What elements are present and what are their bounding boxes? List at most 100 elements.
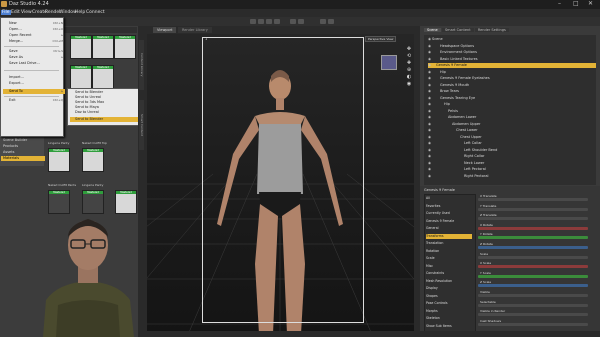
library-tile[interactable]: Mastered: [48, 148, 70, 172]
scene-tree-row[interactable]: ◉ Hip: [428, 102, 596, 107]
parameter-slider[interactable]: [478, 236, 588, 240]
menu-item-exit[interactable]: Exit Ctrl+Q: [3, 98, 65, 103]
visibility-eye-icon[interactable]: ◉: [428, 44, 432, 49]
parameter-category-item[interactable]: Translation: [426, 241, 472, 246]
parameter-slider-row[interactable]: Z Rotate: [478, 242, 596, 251]
visibility-eye-icon[interactable]: ◉: [428, 50, 432, 55]
parameter-slider-row[interactable]: Z Scale: [478, 280, 596, 289]
maximize-button[interactable]: □: [573, 0, 579, 7]
scene-tree-row[interactable]: ◉ Hip: [428, 70, 596, 75]
menu-connect[interactable]: Connect: [86, 10, 105, 15]
tab-render-library[interactable]: Render Library: [178, 27, 212, 33]
visibility-eye-icon[interactable]: ◉: [428, 57, 432, 62]
menu-item-save[interactable]: Save Ctrl+S: [3, 49, 65, 54]
parameter-slider[interactable]: [478, 217, 588, 221]
visibility-eye-icon[interactable]: ◉: [428, 128, 432, 133]
visibility-eye-icon[interactable]: ◉: [428, 109, 432, 114]
visibility-eye-icon[interactable]: ◉: [428, 141, 432, 146]
menu-item-export[interactable]: Export...: [3, 81, 65, 86]
scene-tree-row[interactable]: ◉ Neck Lower: [428, 161, 596, 166]
parameter-category-item[interactable]: Currently Used: [426, 211, 472, 216]
scene-tree-row[interactable]: ◉ Left Shoulder Bend: [428, 148, 596, 153]
parameter-slider[interactable]: [478, 303, 588, 307]
scene-tree-row[interactable]: ◉ Chest Upper: [428, 135, 596, 140]
parameter-slider-row[interactable]: X Scale: [478, 261, 596, 270]
parameter-slider[interactable]: [478, 322, 588, 326]
menu-view[interactable]: View: [21, 10, 32, 15]
zoom-icon[interactable]: ⊕: [406, 67, 412, 73]
parameter-category-item[interactable]: Scale: [426, 256, 472, 261]
scene-tree-row[interactable]: ◉ Left Collar: [428, 141, 596, 146]
menu-item-save-last-drive[interactable]: Save Last Drive...: [3, 61, 65, 66]
menu-item-import[interactable]: Import...: [3, 75, 65, 80]
parameter-category-item[interactable]: Transforms: [426, 233, 472, 239]
scene-tree-row[interactable]: ◉ Brow Tears: [428, 89, 596, 94]
library-tile[interactable]: Mastered: [70, 35, 92, 59]
parameter-category-item[interactable]: Mesh Resolution: [426, 279, 472, 284]
visibility-eye-icon[interactable]: ◉: [428, 89, 432, 94]
side-tab[interactable]: Content Library: [139, 40, 144, 90]
sidebar-item-materials[interactable]: Materials: [1, 156, 45, 161]
parameter-category-item[interactable]: Morphs: [426, 309, 472, 314]
parameter-slider-row[interactable]: X Rotate: [478, 223, 596, 232]
scene-tree-row[interactable]: ◉ Basic Linked Textures: [428, 57, 596, 62]
frame-icon[interactable]: ◐: [406, 74, 412, 80]
parameter-slider-row[interactable]: Z Translate: [478, 213, 596, 222]
parameter-slider-row[interactable]: Cast Shadows: [478, 319, 596, 328]
library-tile[interactable]: Mastered: [92, 65, 114, 89]
tool-spot-render-icon[interactable]: [298, 19, 304, 24]
parameter-category-item[interactable]: Pose Controls: [426, 301, 472, 306]
pan-icon[interactable]: ✥: [406, 46, 412, 52]
visibility-eye-icon[interactable]: ◉: [428, 148, 432, 153]
tool-scale-icon[interactable]: [274, 19, 280, 24]
parameter-category-item[interactable]: General: [426, 226, 472, 231]
parameter-slider[interactable]: [478, 313, 588, 317]
parameter-slider[interactable]: [478, 226, 588, 230]
parameter-category-item[interactable]: Shapes: [426, 294, 472, 299]
visibility-eye-icon[interactable]: ◉: [428, 102, 432, 107]
library-tile[interactable]: Mastered: [92, 35, 114, 59]
menu-item-save-as[interactable]: Save As ▸: [3, 55, 65, 60]
parameter-slider-row[interactable]: X Translate: [478, 194, 596, 203]
sidebar-item-assets[interactable]: Assets: [1, 150, 45, 155]
tab-scene[interactable]: Scene: [424, 28, 441, 32]
tab-render-settings[interactable]: Render Settings: [474, 28, 509, 32]
visibility-eye-icon[interactable]: ◉: [428, 174, 432, 179]
visibility-eye-icon[interactable]: ◉: [428, 76, 432, 81]
visibility-eye-icon[interactable]: ◉: [428, 161, 432, 166]
menu-item-merge[interactable]: Merge... Ctrl+M: [3, 39, 65, 44]
tab-viewport[interactable]: Viewport: [153, 27, 177, 33]
view-cube[interactable]: [381, 55, 397, 70]
parameter-category-item[interactable]: Constraints: [426, 271, 472, 276]
parameter-slider-row[interactable]: Y Translate: [478, 204, 596, 213]
visibility-eye-icon[interactable]: ◉: [428, 154, 432, 159]
parameter-category-item[interactable]: Display: [426, 286, 472, 291]
close-button[interactable]: ✕: [588, 0, 593, 7]
menu-item-open[interactable]: Open... Ctrl+O: [3, 27, 65, 32]
dolly-icon[interactable]: ✚: [406, 60, 412, 66]
tool-select-icon[interactable]: [250, 19, 256, 24]
scene-tree-row[interactable]: ◉ Right Collar: [428, 154, 596, 159]
menu-help[interactable]: Help: [75, 10, 85, 15]
parameter-slider[interactable]: [478, 265, 588, 269]
library-tile[interactable]: Mastered: [70, 65, 92, 89]
scene-tree-row[interactable]: ◉ Chest Lower: [428, 128, 596, 133]
library-tile[interactable]: Mastered: [114, 35, 136, 59]
menu-file[interactable]: File: [1, 10, 11, 15]
sidebar-item-products[interactable]: Products: [1, 144, 45, 149]
scene-tree-row[interactable]: ◉ Environment Options: [428, 50, 596, 55]
parameter-slider[interactable]: [478, 274, 588, 278]
parameter-category-item[interactable]: Show Sub Items: [426, 324, 472, 329]
parameter-slider-row[interactable]: Visible: [478, 290, 596, 299]
parameter-category-item[interactable]: All: [426, 196, 472, 201]
scene-tree-row[interactable]: ◉ Genesis Tearing Eye: [428, 96, 596, 101]
menu-item-new[interactable]: New Ctrl+N: [3, 21, 65, 26]
parameter-slider[interactable]: [478, 207, 588, 211]
visibility-eye-icon[interactable]: ◉: [428, 135, 432, 140]
parameter-category-item[interactable]: Genesis 9 Female: [426, 219, 472, 224]
minimize-button[interactable]: –: [558, 0, 561, 7]
visibility-eye-icon[interactable]: ◉: [428, 83, 432, 88]
scene-tree-row[interactable]: ◉ Left Pectoral: [428, 167, 596, 172]
tool-move-icon[interactable]: [258, 19, 264, 24]
tool-light-icon[interactable]: [328, 19, 334, 24]
